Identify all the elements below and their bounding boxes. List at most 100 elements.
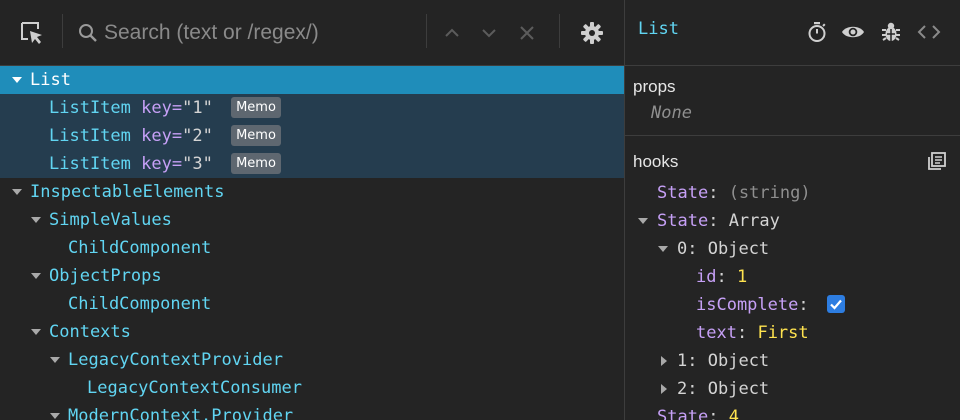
close-icon[interactable] — [511, 17, 543, 49]
gear-icon[interactable] — [576, 17, 608, 49]
checkmark-icon — [830, 299, 842, 310]
toolbar-divider — [426, 14, 427, 48]
field-value[interactable]: First — [757, 323, 808, 343]
copy-icon[interactable] — [923, 149, 949, 175]
search-input[interactable] — [104, 17, 404, 49]
components-panel: List ListItem key="1" Memo ListItem key=… — [0, 0, 624, 420]
hook-entry: text: First — [696, 319, 809, 347]
component-name: ListItem — [49, 154, 131, 174]
colon: : — [708, 183, 719, 203]
hook-entry: State: Array — [657, 207, 780, 235]
tree-toolbar — [0, 0, 624, 66]
bug-icon[interactable] — [878, 19, 904, 45]
hook-entry: State: (string) — [657, 179, 811, 207]
expand-arrow-icon[interactable] — [12, 77, 22, 83]
field-key: id — [696, 267, 717, 287]
chevron-up-icon[interactable] — [436, 17, 468, 49]
field-iscomplete[interactable]: isComplete: — [625, 291, 960, 319]
item-key: 2 — [677, 379, 688, 399]
component-name: ChildComponent — [68, 294, 212, 314]
tree-row-listitem[interactable]: ListItem key="1" Memo — [0, 94, 624, 122]
tree-row-objectprops[interactable]: ObjectProps — [0, 262, 624, 290]
colon: : — [736, 323, 748, 343]
expand-arrow-icon[interactable] — [50, 357, 60, 363]
collapse-arrow-icon[interactable] — [661, 384, 667, 394]
field-value[interactable]: 1 — [737, 267, 747, 287]
tree-row-legacycontextconsumer[interactable]: LegacyContextConsumer — [0, 374, 624, 402]
tree-row-legacycontextprovider[interactable]: LegacyContextProvider — [0, 346, 624, 374]
component-label: ListItem key="1" Memo — [49, 94, 281, 122]
search-icon — [72, 17, 104, 49]
hook-entry: 1: Object — [677, 347, 769, 375]
stopwatch-icon[interactable] — [804, 19, 830, 45]
component-name: LegacyContextConsumer — [87, 378, 302, 398]
tree-row-contexts[interactable]: Contexts — [0, 318, 624, 346]
colon: : — [687, 239, 698, 259]
hook-entry: 0: Object — [677, 235, 769, 263]
expand-arrow-icon[interactable] — [31, 273, 41, 279]
hook-key: State — [657, 407, 709, 420]
inspector-header: List — [625, 0, 960, 66]
props-empty-value: None — [651, 103, 692, 123]
field-id[interactable]: id: 1 — [625, 263, 960, 291]
expand-arrow-icon[interactable] — [31, 329, 41, 335]
component-label: ListItem key="2" Memo — [49, 122, 281, 150]
inspector-panel: List props None hooks State: (string) St… — [624, 0, 960, 420]
expand-arrow-icon[interactable] — [658, 246, 668, 252]
expand-arrow-icon[interactable] — [638, 218, 648, 224]
tree-row-moderncontextprovider[interactable]: ModernContext.Provider — [0, 402, 624, 420]
item-value: Object — [707, 351, 770, 371]
hook-value: Array — [728, 211, 780, 231]
hook-entry: isComplete: — [696, 291, 845, 319]
memo-badge: Memo — [231, 153, 281, 174]
hook-state-array[interactable]: State: Array — [625, 207, 960, 235]
component-name: SimpleValues — [49, 210, 172, 230]
field-text[interactable]: text: First — [625, 319, 960, 347]
item-value: Object — [707, 379, 770, 399]
item-value: Object — [707, 239, 770, 259]
component-name: InspectableElements — [30, 182, 225, 202]
tree-row-inspectableelements[interactable]: InspectableElements — [0, 178, 624, 206]
memo-badge: Memo — [231, 125, 281, 146]
component-name: List — [30, 70, 71, 90]
key-value: "1" — [182, 98, 213, 118]
tree-row-childcomponent[interactable]: ChildComponent — [0, 234, 624, 262]
tree-row-list[interactable]: List — [0, 66, 624, 94]
checkbox-checked[interactable] — [826, 295, 845, 313]
eye-icon[interactable] — [840, 19, 866, 45]
toolbar-divider — [559, 14, 560, 48]
colon: : — [798, 295, 809, 315]
hook-entry: id: 1 — [696, 263, 747, 291]
hook-state-number[interactable]: State: 4 — [625, 403, 960, 420]
expand-arrow-icon[interactable] — [50, 413, 60, 419]
array-item-1[interactable]: 1: Object — [625, 347, 960, 375]
tree-row-simplevalues[interactable]: SimpleValues — [0, 206, 624, 234]
tree-row-listitem[interactable]: ListItem key="2" Memo — [0, 122, 624, 150]
tree-row-childcomponent[interactable]: ChildComponent — [0, 290, 624, 318]
tree-row-listitem[interactable]: ListItem key="3" Memo — [0, 150, 624, 178]
hook-state-string[interactable]: State: (string) — [625, 179, 960, 207]
hooks-section-title: hooks — [633, 152, 679, 171]
key-value: "3" — [182, 154, 213, 174]
collapse-arrow-icon[interactable] — [661, 356, 667, 366]
key-value: "2" — [182, 126, 213, 146]
expand-arrow-icon[interactable] — [12, 189, 22, 195]
hook-value: (string) — [728, 183, 811, 203]
component-name: ObjectProps — [49, 266, 162, 286]
hook-entry: State: 4 — [657, 403, 739, 420]
field-key: isComplete — [696, 295, 799, 315]
code-icon[interactable] — [916, 19, 942, 45]
component-name: ModernContext.Provider — [68, 406, 294, 420]
array-item-2[interactable]: 2: Object — [625, 375, 960, 403]
array-item-0[interactable]: 0: Object — [625, 235, 960, 263]
component-name: ChildComponent — [68, 238, 212, 258]
expand-arrow-icon[interactable] — [31, 217, 41, 223]
component-name: ListItem — [49, 126, 131, 146]
chevron-down-icon[interactable] — [473, 17, 505, 49]
item-key: 1 — [677, 351, 688, 371]
hook-entry: 2: Object — [677, 375, 769, 403]
field-key: text — [696, 323, 737, 343]
key-attr: key= — [141, 126, 183, 146]
select-element-icon[interactable] — [16, 17, 48, 49]
key-attr: key= — [141, 154, 183, 174]
